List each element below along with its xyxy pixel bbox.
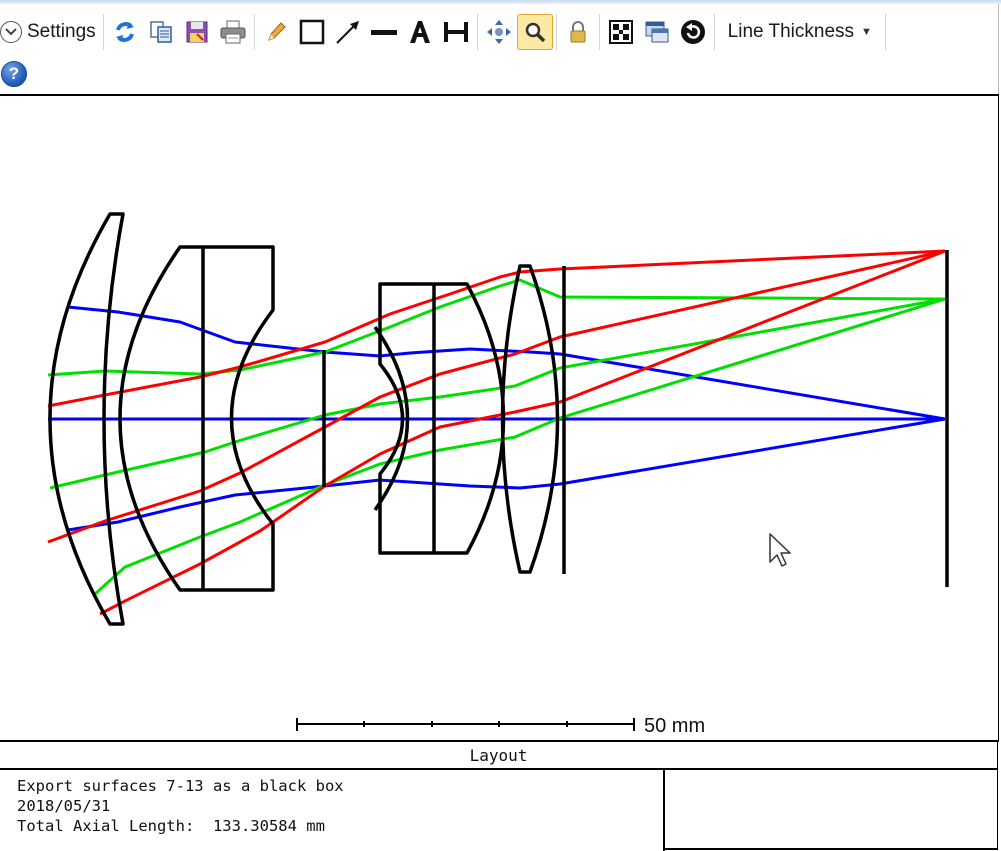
layout-canvas[interactable]: 50 mm [0,94,999,742]
layout-caption: Layout [469,745,528,765]
scale-bar-label: 50 mm [644,715,705,737]
layout-caption-bar: Layout [0,740,998,770]
lens-layout-drawing: 50 mm [47,212,949,737]
ray-red-upper [47,249,946,408]
info-panel-right [665,770,998,850]
ray-green-mid [49,297,946,490]
mouse-cursor-icon [768,532,792,574]
info-panel: Export surfaces 7-13 as a black box 2018… [0,770,665,851]
info-line-date: 2018/05/31 [17,797,111,815]
info-line-title: Export surfaces 7-13 as a black box [17,777,344,795]
info-line-axial-length: Total Axial Length: 133.30584 mm [17,817,325,835]
scale-bar [296,718,635,731]
